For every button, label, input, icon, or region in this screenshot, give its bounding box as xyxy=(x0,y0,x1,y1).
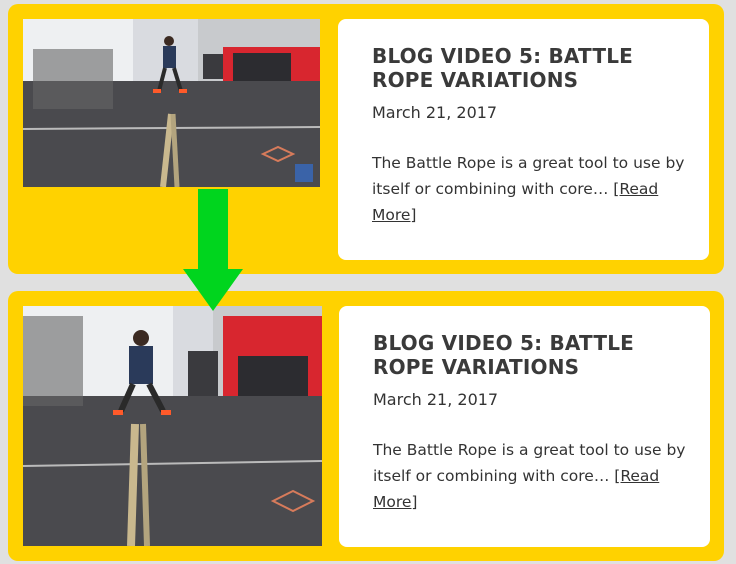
blog-post-card: BLOG VIDEO 5: BATTLE ROPE VARIATIONS Mar… xyxy=(8,4,724,274)
video-thumbnail[interactable] xyxy=(23,306,322,546)
post-content: BLOG VIDEO 5: BATTLE ROPE VARIATIONS Mar… xyxy=(338,19,709,260)
video-thumbnail[interactable] xyxy=(23,19,320,187)
post-excerpt: The Battle Rope is a great tool to use b… xyxy=(372,150,692,228)
post-excerpt: The Battle Rope is a great tool to use b… xyxy=(373,437,693,515)
post-date: March 21, 2017 xyxy=(372,103,498,122)
post-date: March 21, 2017 xyxy=(373,390,499,409)
gym-scene-image xyxy=(23,19,320,187)
post-title[interactable]: BLOG VIDEO 5: BATTLE ROPE VARIATIONS xyxy=(372,44,692,92)
post-content: BLOG VIDEO 5: BATTLE ROPE VARIATIONS Mar… xyxy=(339,306,710,547)
down-arrow-icon xyxy=(183,189,243,311)
arrow-shape xyxy=(183,189,243,311)
blog-post-card: BLOG VIDEO 5: BATTLE ROPE VARIATIONS Mar… xyxy=(8,291,724,561)
gym-scene-image xyxy=(23,306,322,546)
post-title[interactable]: BLOG VIDEO 5: BATTLE ROPE VARIATIONS xyxy=(373,331,693,379)
